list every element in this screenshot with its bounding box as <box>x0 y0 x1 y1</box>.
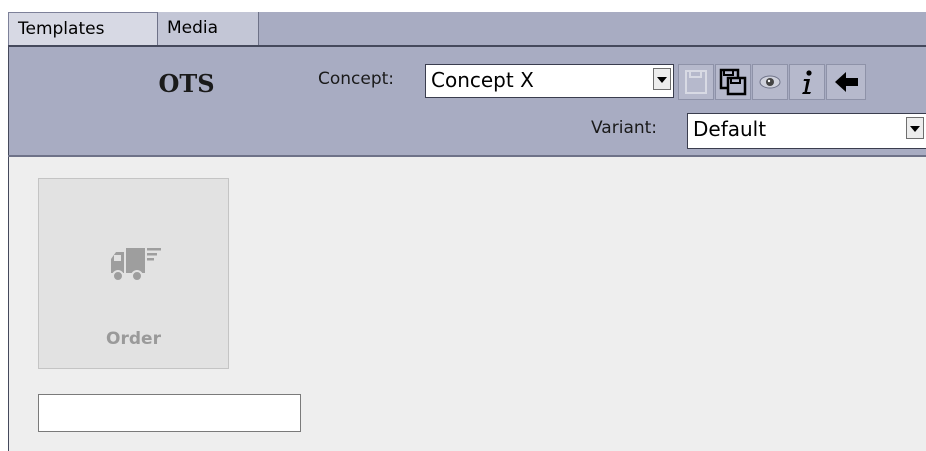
back-arrow-icon <box>835 72 858 92</box>
save-icon <box>685 70 707 94</box>
tab-media[interactable]: Media <box>158 12 259 45</box>
template-tile-label: Order <box>106 329 161 349</box>
variant-select-value: Default <box>693 117 767 141</box>
template-tile-order[interactable]: Order <box>38 178 229 369</box>
preview-button[interactable] <box>752 64 788 100</box>
page-title: OTS <box>158 69 215 98</box>
delivery-truck-icon <box>111 248 161 282</box>
chevron-down-icon[interactable] <box>906 117 924 139</box>
tab-strip: Templates Media <box>8 12 926 46</box>
back-button[interactable] <box>826 64 866 100</box>
tab-templates[interactable]: Templates <box>8 12 158 45</box>
templates-panel: Order <box>8 157 926 451</box>
template-name-input[interactable] <box>38 394 301 432</box>
preview-eye-icon <box>759 75 781 89</box>
info-icon <box>802 70 812 94</box>
concept-select[interactable]: Concept X <box>425 64 674 98</box>
variant-select[interactable]: Default <box>687 113 926 149</box>
concept-label: Concept: <box>318 69 395 89</box>
info-button[interactable] <box>789 64 825 100</box>
tab-media-label: Media <box>167 18 219 38</box>
variant-label: Variant: <box>591 118 658 138</box>
save-all-icon <box>719 68 747 96</box>
chevron-down-icon[interactable] <box>653 68 671 90</box>
tab-templates-label: Templates <box>18 19 105 39</box>
template-header: OTS Concept: Concept X Variant: Default <box>8 47 926 155</box>
save-all-button[interactable] <box>715 64 751 100</box>
concept-select-value: Concept X <box>431 68 534 92</box>
save-button[interactable] <box>678 64 714 100</box>
